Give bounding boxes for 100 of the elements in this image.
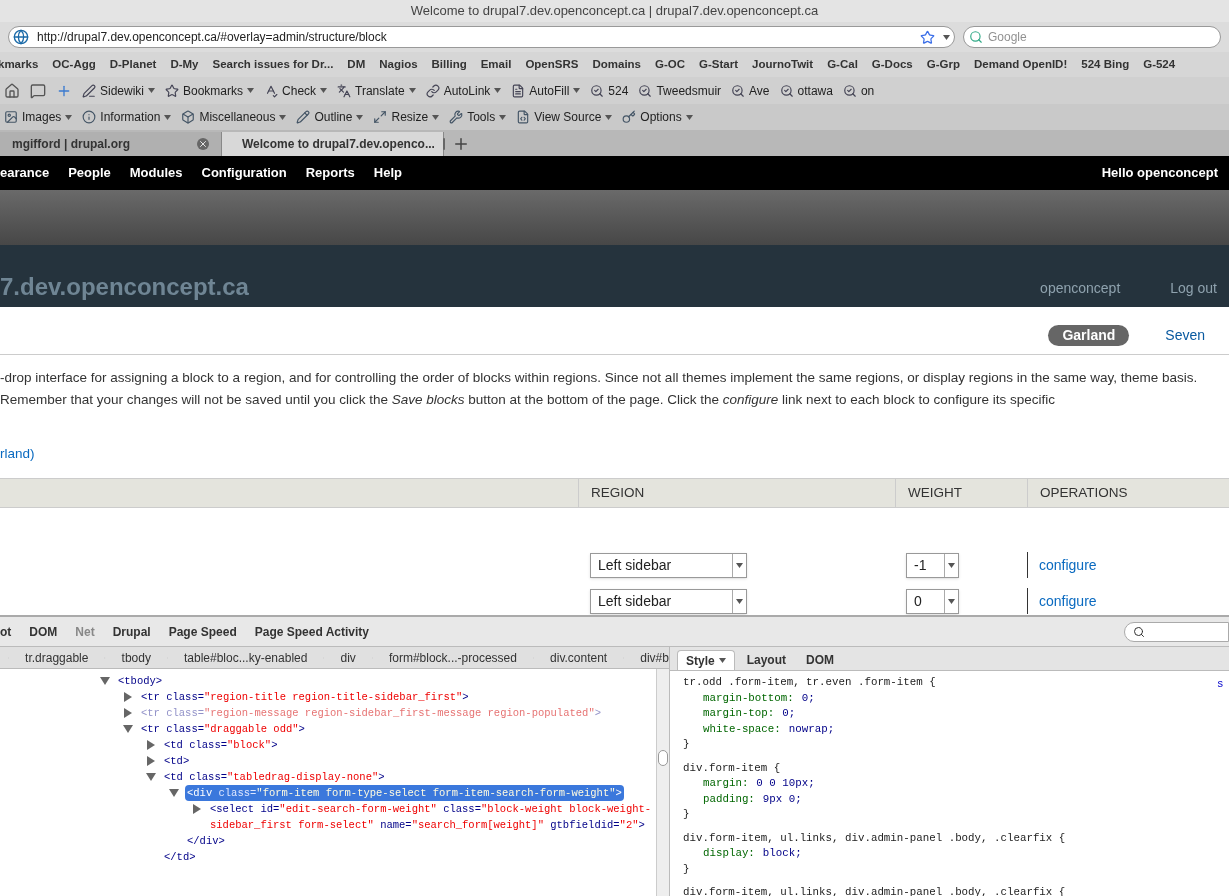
weight-select[interactable]: 0 <box>906 588 959 614</box>
bookmark-link[interactable]: OpenSRS <box>525 55 579 74</box>
bookmark-link[interactable]: G-Grp <box>926 55 960 74</box>
html-node[interactable]: <td class="tabledrag-display-none"> <box>162 769 387 785</box>
toolbar-button[interactable]: Translate <box>337 81 416 100</box>
header-link[interactable]: Log out <box>1170 278 1217 299</box>
bookmark-link[interactable]: G-524 <box>1143 55 1176 74</box>
expanded-arrow-icon[interactable] <box>100 676 110 686</box>
toolbar-button[interactable]: Resize <box>373 108 440 126</box>
collapsed-arrow-icon[interactable] <box>123 708 133 718</box>
bookmark-link[interactable]: Email <box>480 55 512 74</box>
toolbar-button[interactable]: on <box>842 81 875 100</box>
bookmark-link[interactable]: Domains <box>592 55 641 74</box>
toolbar-button[interactable]: AutoLink <box>425 81 502 100</box>
collapsed-arrow-icon[interactable] <box>192 804 202 814</box>
toolbar-button[interactable]: Miscellaneous <box>181 108 287 126</box>
breadcrumb-item[interactable]: tbody <box>121 648 151 667</box>
side-panel-tab[interactable]: Layout <box>738 650 795 670</box>
toolbar-button[interactable]: Tweedsmuir <box>638 81 722 100</box>
breadcrumb-item[interactable]: div <box>340 648 356 667</box>
closing-brace: } <box>683 737 690 752</box>
panel-tab[interactable]: DOM <box>29 622 58 641</box>
expanded-arrow-icon[interactable] <box>146 772 156 782</box>
panel-tab[interactable]: Page Speed Activity <box>254 622 369 641</box>
toolbar-button[interactable]: Tools <box>449 108 507 126</box>
region-select[interactable]: Left sidebar <box>590 588 747 614</box>
toolbar-button[interactable]: Outline <box>296 108 364 126</box>
bookmark-link[interactable]: G-Docs <box>871 55 913 74</box>
toolbar-button[interactable]: Ave <box>731 81 770 100</box>
chat-icon[interactable] <box>30 82 46 99</box>
panel-tab[interactable]: Page Speed <box>168 622 237 641</box>
bookmark-link[interactable]: DM <box>347 55 366 74</box>
toolbar-button[interactable]: View Source <box>516 108 613 126</box>
collapsed-arrow-icon[interactable] <box>146 740 156 750</box>
toolbar-button[interactable]: 524 <box>590 81 629 100</box>
toolbar-button[interactable]: ottawa <box>779 81 833 100</box>
configure-link[interactable]: configure <box>1039 554 1097 576</box>
admin-menu-link[interactable]: Help <box>373 163 403 183</box>
breadcrumb-item[interactable]: div#b <box>640 648 669 667</box>
theme-tab[interactable]: Garland <box>1048 325 1130 346</box>
bookmark-link[interactable]: JournoTwit <box>752 55 814 74</box>
admin-menu-link[interactable]: Reports <box>305 163 355 183</box>
side-panel-tab[interactable]: Style <box>677 650 735 670</box>
new-tab-icon[interactable] <box>452 135 470 153</box>
weight-select[interactable]: -1 <box>906 552 959 578</box>
collapsed-arrow-icon[interactable] <box>123 692 133 702</box>
home-icon[interactable] <box>4 82 20 99</box>
column-header: REGION <box>578 479 895 508</box>
toolbar-button[interactable]: Options <box>622 108 693 126</box>
panel-tab[interactable]: Drupal <box>112 622 151 641</box>
browser-tab[interactable]: mgifford | drupal.org <box>0 132 222 156</box>
collapsed-arrow-icon[interactable] <box>146 756 156 766</box>
star-icon[interactable] <box>920 29 935 45</box>
toolbar-button[interactable]: Check <box>264 81 328 100</box>
scrollbar[interactable] <box>656 669 669 896</box>
toolbar-button[interactable]: AutoFill <box>511 81 581 100</box>
header-link[interactable]: openconcept <box>1040 278 1121 299</box>
panel-tab[interactable]: ot <box>0 622 12 641</box>
admin-menu-link[interactable]: earance <box>0 163 50 183</box>
firebug-search-field[interactable] <box>1124 621 1229 642</box>
html-node[interactable]: <select id="edit-search-form-weight" class="block-weight block-weight-sidebar_first form-select" name="search_form[weight]" gtbfieldid="2"> <box>208 801 656 833</box>
bookmark-link[interactable]: Search issues for Dr... <box>212 55 334 74</box>
side-panel-tab[interactable]: DOM <box>798 650 843 670</box>
bookmark-link[interactable]: D-Planet <box>109 55 157 74</box>
bookmark-link[interactable]: Nagios <box>379 55 418 74</box>
toolbar-button[interactable]: Images <box>4 108 73 126</box>
html-node[interactable]: <tr class="draggable odd"> <box>139 721 307 737</box>
toolbar-button[interactable]: Sidewiki <box>82 81 155 100</box>
browser-tab[interactable]: Welcome to drupal7.dev.openco... <box>222 132 444 156</box>
region-select[interactable]: Left sidebar <box>590 552 747 578</box>
html-node[interactable]: <td class="block"> <box>162 737 280 753</box>
bookmark-link[interactable]: G-Cal <box>827 55 858 74</box>
breadcrumb-item[interactable]: tr.draggable <box>25 648 89 667</box>
html-node[interactable]: <tbody> <box>116 673 165 689</box>
breadcrumb-item[interactable]: form#block...-processed <box>388 648 517 667</box>
source-link[interactable]: s <box>1217 675 1223 692</box>
configure-link[interactable]: configure <box>1039 590 1097 612</box>
bookmark-link[interactable]: OC-Agg <box>52 55 96 74</box>
bookmark-link[interactable]: Demand OpenID! <box>973 55 1068 74</box>
bookmark-link[interactable]: D-My <box>170 55 199 74</box>
theme-link[interactable]: rland) <box>0 444 35 465</box>
admin-menu-link[interactable]: Configuration <box>201 163 287 183</box>
expanded-arrow-icon[interactable] <box>169 788 179 798</box>
bookmark-link[interactable]: Billing <box>431 55 467 74</box>
bookmark-link[interactable]: G-Start <box>699 55 739 74</box>
html-node[interactable]: <tr class="region-title region-title-sidebar_first"> <box>139 689 471 705</box>
breadcrumb-item[interactable]: table#bloc...ky-enabled <box>184 648 308 667</box>
search-field[interactable]: Google <box>963 26 1221 48</box>
theme-tab[interactable]: Seven <box>1151 325 1219 346</box>
bookmark-link[interactable]: 524 Bing <box>1081 55 1130 74</box>
address-field[interactable]: http://drupal7.dev.openconcept.ca/#overlay=admin/structure/block <box>8 26 955 48</box>
toolbar-button[interactable]: Bookmarks <box>165 81 255 100</box>
toolbar-button[interactable]: Information <box>82 108 172 126</box>
admin-menu-link[interactable]: People <box>68 163 111 183</box>
breadcrumb-item[interactable]: div.content <box>550 648 608 667</box>
html-node[interactable]: <div class="form-item form-type-select form-item-search-form-weight"> <box>185 785 624 801</box>
expanded-arrow-icon[interactable] <box>123 724 133 734</box>
bookmark-link[interactable]: G-OC <box>655 55 686 74</box>
html-node[interactable]: <td> <box>162 753 192 769</box>
admin-menu-link[interactable]: Modules <box>129 163 183 183</box>
